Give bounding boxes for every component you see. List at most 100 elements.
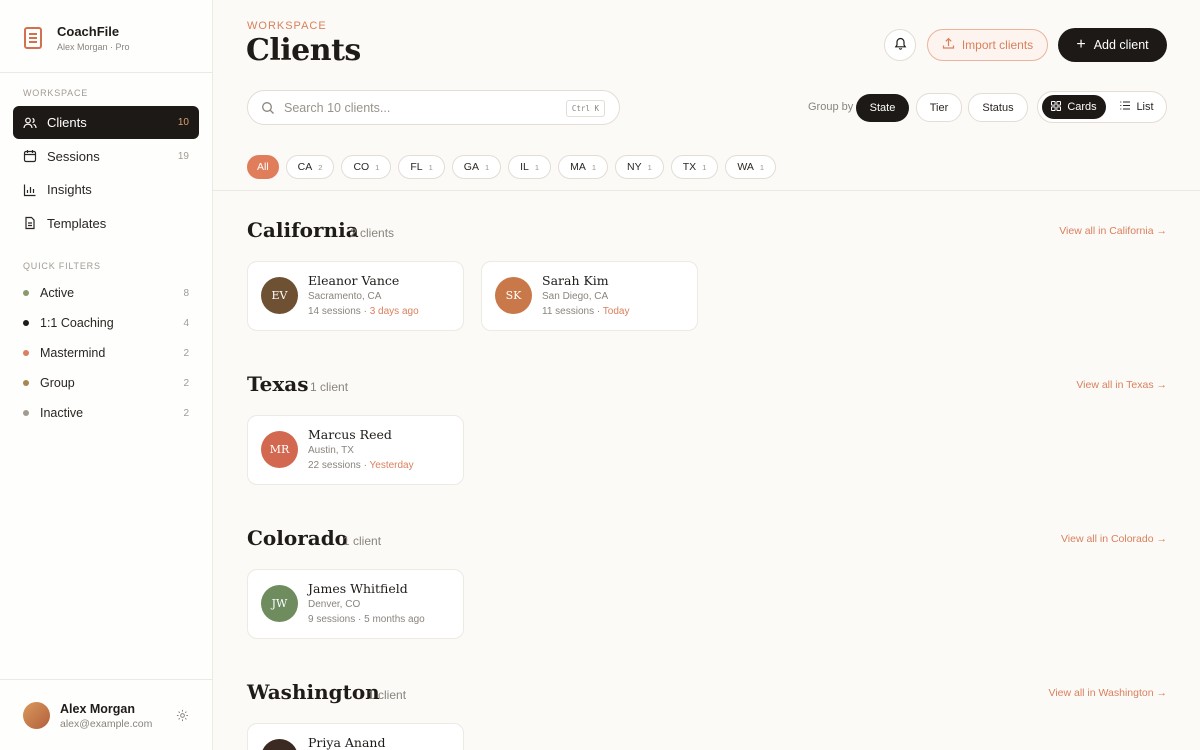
workspace-section-label: WORKSPACE <box>23 88 89 98</box>
group-by-status[interactable]: Status <box>968 93 1028 122</box>
main-content: WORKSPACE Clients Import clients + Add c… <box>213 0 1200 750</box>
client-card[interactable]: MR Marcus Reed Austin, TX 22 sessions · … <box>247 415 464 485</box>
state-chip-wa[interactable]: WA 1 <box>725 155 777 179</box>
divider <box>213 190 1200 191</box>
last-session: Today <box>602 306 630 317</box>
status-dot <box>23 320 29 326</box>
group-count: 2 clients <box>350 226 395 240</box>
chip-label: IL <box>520 161 529 173</box>
state-chip-ny[interactable]: NY 1 <box>615 155 664 179</box>
brand[interactable]: CoachFile Alex Morgan · Pro <box>24 24 130 52</box>
state-chip-all[interactable]: All <box>247 155 279 179</box>
nav-count: 10 <box>177 117 189 128</box>
status-dot <box>23 380 29 386</box>
client-name: Marcus Reed <box>308 427 392 442</box>
state-filter-chips: All CA 2 CO 1 FL 1 GA 1 IL 1 MA 1 NY 1 TX 1 WA 1 <box>247 155 783 179</box>
chip-label: All <box>257 161 269 173</box>
notifications-button[interactable] <box>884 29 916 61</box>
users-icon <box>23 116 37 130</box>
view-cards-label: Cards <box>1067 101 1097 113</box>
client-card[interactable]: JW James Whitfield Denver, CO 9 sessions… <box>247 569 464 639</box>
view-all-link[interactable]: View all in Colorado → <box>1061 533 1167 545</box>
divider <box>0 72 212 73</box>
client-meta: 22 sessions · Yesterday <box>308 460 414 471</box>
nav-item-insights[interactable]: Insights <box>13 173 199 206</box>
client-name: James Whitfield <box>308 581 408 596</box>
quick-filter-active[interactable]: Active 8 <box>23 278 189 308</box>
state-chip-fl[interactable]: FL 1 <box>398 155 445 179</box>
client-meta: 11 sessions · Today <box>542 306 629 317</box>
session-count: 9 sessions · <box>308 614 365 625</box>
chip-label: GA <box>463 161 479 173</box>
group-title: Texas <box>247 372 309 396</box>
import-label: Import clients <box>961 38 1034 52</box>
session-count: 14 sessions · <box>308 306 370 317</box>
chip-label: MA <box>570 161 586 173</box>
state-chip-tx[interactable]: TX 1 <box>670 155 719 179</box>
search-input[interactable] <box>284 99 554 117</box>
client-card[interactable]: Priya Anand <box>247 723 464 750</box>
main-nav: Clients 10 Sessions 19 Insights Template… <box>13 106 199 240</box>
quick-filters: Active 8 1:1 Coaching 4 Mastermind 2 Gro… <box>23 278 189 428</box>
page-eyebrow: WORKSPACE <box>247 20 327 32</box>
state-chip-ma[interactable]: MA 1 <box>558 155 608 179</box>
quick-filter-count: 2 <box>183 377 189 389</box>
plus-icon: + <box>1076 36 1086 53</box>
calendar-icon <box>23 149 37 163</box>
view-list-button[interactable]: List <box>1110 95 1164 119</box>
avatar <box>261 739 298 750</box>
nav-item-templates[interactable]: Templates <box>13 207 199 240</box>
chip-count: 1 <box>534 162 540 172</box>
list-icon <box>1120 101 1136 113</box>
group-by-state[interactable]: State <box>856 94 909 122</box>
chip-count: 2 <box>318 162 323 172</box>
group-by-tier[interactable]: Tier <box>916 93 962 122</box>
quick-filter-label: 1:1 Coaching <box>40 316 114 330</box>
quick-filter-label: Group <box>40 376 75 390</box>
keyboard-shortcut: Ctrl K <box>565 100 605 117</box>
nav-label: Clients <box>47 115 87 130</box>
client-card[interactable]: EV Eleanor Vance Sacramento, CA 14 sessi… <box>247 261 464 331</box>
quick-filter-inactive[interactable]: Inactive 2 <box>23 398 189 428</box>
state-chip-il[interactable]: IL 1 <box>508 155 552 179</box>
status-dot <box>23 350 29 356</box>
state-chip-ga[interactable]: GA 1 <box>451 155 502 179</box>
quick-filter-mastermind[interactable]: Mastermind 2 <box>23 338 189 368</box>
quick-filter-group[interactable]: Group 2 <box>23 368 189 398</box>
nav-item-clients[interactable]: Clients 10 <box>13 106 199 139</box>
client-meta: 14 sessions · 3 days ago <box>308 306 419 317</box>
chip-label: TX <box>682 161 697 173</box>
import-clients-button[interactable]: Import clients <box>927 29 1048 61</box>
group-washington: Washington 1 client View all in Washingt… <box>247 680 1167 750</box>
group-count: 1 client <box>368 688 407 702</box>
user-email: alex@example.com <box>60 718 153 730</box>
upload-icon <box>942 37 962 53</box>
gear-icon[interactable] <box>176 709 189 727</box>
view-all-link[interactable]: View all in Texas → <box>1076 379 1167 391</box>
quick-filter-coaching[interactable]: 1:1 Coaching 4 <box>23 308 189 338</box>
quick-filter-count: 2 <box>183 347 189 359</box>
view-cards-button[interactable]: Cards <box>1042 95 1106 119</box>
status-dot <box>23 290 29 296</box>
state-chip-co[interactable]: CO 1 <box>341 155 392 179</box>
avatar[interactable] <box>23 702 50 729</box>
client-card[interactable]: SK Sarah Kim San Diego, CA 11 sessions ·… <box>481 261 698 331</box>
group-count: 1 client <box>343 534 382 548</box>
chip-label: CA <box>297 161 313 173</box>
nav-item-sessions[interactable]: Sessions 19 <box>13 140 199 173</box>
nav-label: Templates <box>47 215 107 231</box>
group-texas: Texas 1 client View all in Texas → MR Ma… <box>247 372 1167 485</box>
group-count: 1 client <box>310 380 349 394</box>
status-dot <box>23 410 29 416</box>
view-all-link[interactable]: View all in Washington → <box>1049 687 1167 699</box>
session-count: 11 sessions · <box>542 306 603 317</box>
add-client-button[interactable]: + Add client <box>1058 28 1167 62</box>
quick-filter-count: 4 <box>183 317 189 329</box>
last-session: 5 months ago <box>364 614 425 625</box>
state-chip-ca[interactable]: CA 2 <box>285 155 335 179</box>
client-location: Denver, CO <box>308 599 361 610</box>
search-bar: Ctrl K <box>247 90 620 125</box>
client-meta: 9 sessions · 5 months ago <box>308 614 425 625</box>
view-all-link[interactable]: View all in California → <box>1059 225 1167 237</box>
quick-filter-count: 2 <box>183 407 189 419</box>
